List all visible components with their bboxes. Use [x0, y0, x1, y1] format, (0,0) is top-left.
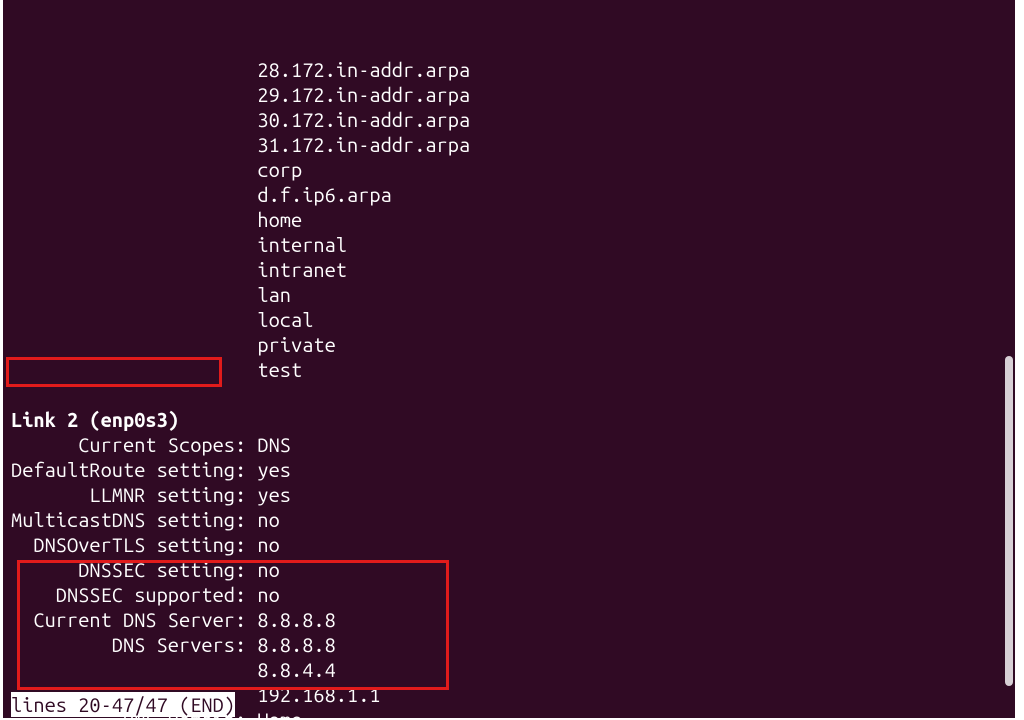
pager-status-line: lines 20-47/47 (END): [11, 692, 235, 717]
terminal-window[interactable]: 28.172.in-addr.arpa 29.172.in-addr.arpa …: [3, 0, 1015, 718]
scrollbar-thumb[interactable]: [1005, 356, 1013, 686]
terminal-output: 28.172.in-addr.arpa 29.172.in-addr.arpa …: [11, 32, 1015, 718]
